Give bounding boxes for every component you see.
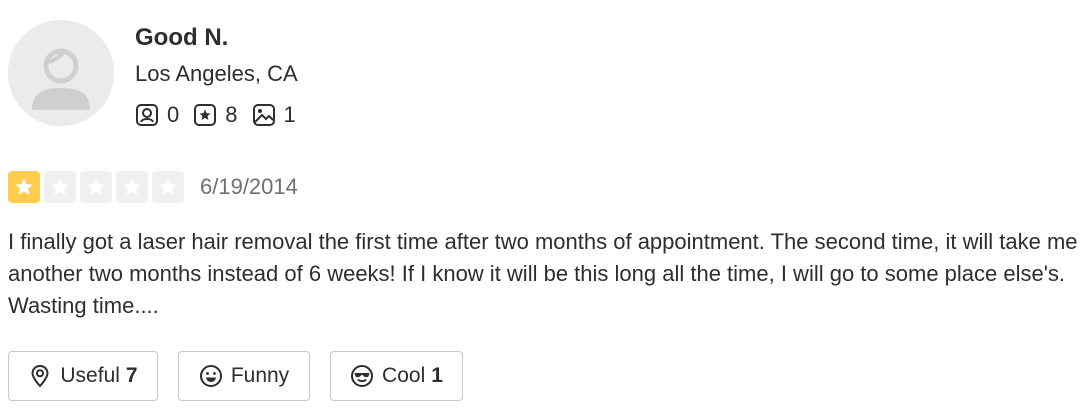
- user-name[interactable]: Good N.: [135, 24, 228, 52]
- star-icon: [51, 178, 69, 195]
- user-avatar[interactable]: [8, 20, 114, 126]
- star-1: [8, 171, 40, 203]
- friends-icon: [136, 104, 158, 126]
- smile-face-icon: [199, 365, 222, 387]
- friends-count: 0: [167, 102, 180, 127]
- review-date: 6/19/2014: [200, 174, 298, 199]
- photo-icon: [252, 104, 275, 126]
- photos-stat: 1: [252, 102, 296, 128]
- useful-count: 7: [125, 364, 138, 387]
- star-icon: [159, 178, 177, 195]
- user-stats: 0 8 1: [135, 102, 310, 128]
- cool-label: Cool: [382, 364, 426, 387]
- default-user-avatar-icon: [8, 20, 114, 126]
- friends-stat: 0: [135, 102, 179, 128]
- sunglasses-face-icon: [351, 365, 374, 387]
- lightbulb-pin-icon: [31, 364, 49, 388]
- star-3: [80, 171, 112, 203]
- review-text: I finally got a laser hair removal the f…: [8, 229, 1078, 318]
- rating-row: 6/19/2014: [8, 171, 298, 203]
- useful-button[interactable]: Useful 7: [8, 351, 158, 401]
- cool-button[interactable]: Cool 1: [330, 351, 463, 401]
- star-4: [116, 171, 148, 203]
- funny-label: Funny: [230, 364, 290, 387]
- star-2: [44, 171, 76, 203]
- user-location: Los Angeles, CA: [135, 61, 298, 86]
- reviews-stat: 8: [193, 102, 238, 128]
- star-5: [152, 171, 184, 203]
- star-icon: [15, 178, 33, 195]
- photos-count: 1: [283, 102, 296, 127]
- review-star-icon: [194, 104, 217, 126]
- useful-label: Useful: [60, 364, 120, 387]
- reaction-buttons: Useful 7 Funny Cool 1: [8, 351, 483, 401]
- reviews-count: 8: [225, 102, 238, 127]
- star-icon: [123, 178, 141, 195]
- funny-button[interactable]: Funny: [178, 351, 310, 401]
- star-rating: [8, 171, 188, 203]
- cool-count: 1: [431, 364, 443, 387]
- star-icon: [87, 178, 105, 195]
